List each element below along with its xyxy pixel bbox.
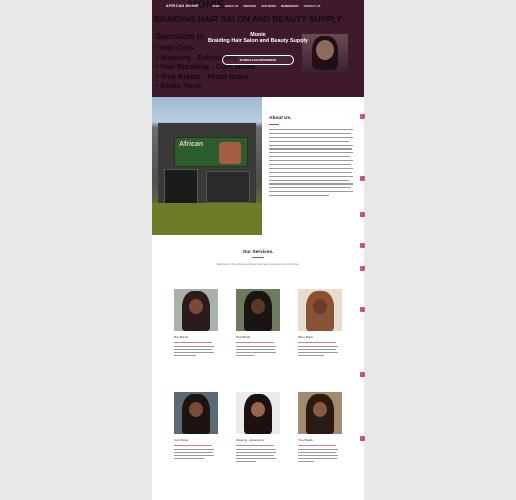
service-divider	[236, 342, 274, 343]
service-card-box-braids[interactable]: Box Braids	[174, 289, 220, 356]
service-card-twist-braid[interactable]: Twist Braid	[236, 289, 282, 356]
service-photo	[236, 392, 280, 434]
service-divider	[298, 342, 336, 343]
service-divider	[298, 445, 336, 446]
nav-item-home[interactable]: HOME	[212, 5, 220, 8]
top-nav: AFRICAN MONIE HOME ABOUT US SERVICES OUR…	[152, 0, 364, 12]
about-title: About Us.	[269, 116, 292, 121]
hero-section: MONIE BRAIDING HAIR SALON AND BEAUTY SUP…	[152, 0, 364, 97]
side-action-icon[interactable]	[360, 372, 365, 377]
service-photo	[236, 289, 280, 331]
services-title-underline	[252, 257, 264, 258]
hero-bg-subtitle: BRAIDING HAIR SALON AND BEAUTY SUPPLY	[154, 14, 342, 24]
side-action-icon[interactable]	[360, 176, 365, 181]
side-action-icon[interactable]	[360, 114, 365, 119]
brand-logo[interactable]: AFRICAN MONIE	[166, 4, 199, 8]
hero-background-image: MONIE BRAIDING HAIR SALON AND BEAUTY SUP…	[152, 0, 364, 97]
service-description	[236, 448, 282, 462]
schedule-appointment-button[interactable]: SCHEDULE AN APPOINTMENT	[222, 55, 294, 65]
service-card-tree-braids[interactable]: Tree Braids	[298, 392, 344, 462]
service-description	[236, 345, 282, 356]
side-action-icon[interactable]	[360, 243, 365, 248]
service-card-micro-braid[interactable]: Micro Braid	[298, 289, 344, 356]
service-divider	[174, 445, 212, 446]
service-divider	[236, 445, 274, 446]
service-name: Weaving - Extensions	[236, 438, 264, 442]
service-card-weaving-extensions[interactable]: Weaving - Extensions	[236, 392, 282, 462]
nav-item-contact[interactable]: CONTACT US	[304, 5, 321, 8]
side-action-icon[interactable]	[360, 266, 365, 271]
nav-item-about[interactable]: ABOUT US	[225, 5, 239, 8]
service-name: Corn Rows	[174, 438, 189, 442]
service-name: Tree Braids	[298, 438, 313, 442]
hero-bg-list: Hair Cuts Weaving - Extensions Hair Brea…	[156, 43, 255, 91]
services-title: Our Services.	[242, 250, 274, 255]
service-name: Micro Braid	[298, 335, 313, 339]
service-name: Twist Braid	[236, 335, 251, 339]
service-photo	[298, 392, 342, 434]
service-description	[174, 345, 220, 356]
services-subtitle: Read some of the services we provide if …	[216, 264, 300, 266]
hero-bg-list-item: Kinky Twist	[156, 81, 255, 91]
service-photo	[174, 289, 218, 331]
services-section: Our Services. Read some of the services …	[152, 235, 364, 500]
about-paragraph	[269, 129, 353, 209]
service-photo	[174, 392, 218, 434]
storefront-photo: African	[152, 97, 262, 235]
service-description	[174, 448, 220, 459]
hero-bg-list-item: Hair Cuts	[156, 43, 255, 53]
nav-item-services[interactable]: SERVICES	[243, 5, 256, 8]
hero-subtitle: Braiding Hair Salon and Beauty Supply	[207, 38, 309, 44]
nav-item-our-work[interactable]: OUR WORK	[261, 5, 276, 8]
service-card-corn-rows[interactable]: Corn Rows	[174, 392, 220, 459]
service-photo	[298, 289, 342, 331]
side-action-icon[interactable]	[360, 307, 365, 312]
service-description	[298, 345, 344, 356]
side-action-icon[interactable]	[360, 212, 365, 217]
page: MONIE BRAIDING HAIR SALON AND BEAUTY SUP…	[152, 0, 364, 500]
storefront-sign: African	[174, 137, 248, 167]
hero-bg-list-item: Tree Braids - Micro Braid	[156, 72, 255, 82]
service-divider	[174, 342, 212, 343]
nav-item-membership[interactable]: MEMBERSHIP	[281, 5, 299, 8]
storefront-sign-text: African	[179, 141, 204, 148]
service-description	[298, 448, 344, 462]
about-section: African About Us.	[152, 97, 364, 235]
side-action-icon[interactable]	[360, 436, 365, 441]
service-name: Box Braids	[174, 335, 188, 339]
about-title-underline	[269, 124, 279, 125]
